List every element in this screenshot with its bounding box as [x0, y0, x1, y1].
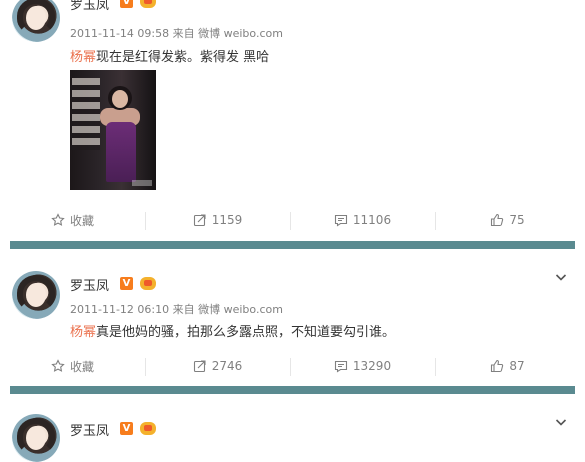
comment-count: 11106	[352, 213, 392, 227]
action-bar: 收藏 1159 11106 75	[0, 204, 585, 236]
chevron-down-icon[interactable]	[555, 416, 567, 428]
like-count: 87	[509, 359, 525, 373]
mention-link[interactable]: 杨幂	[70, 50, 96, 65]
vip-crown-icon	[140, 277, 156, 290]
avatar[interactable]	[12, 414, 60, 462]
favorite-button[interactable]: 收藏	[0, 350, 145, 382]
favorite-label: 收藏	[69, 359, 94, 374]
comment-icon	[334, 360, 347, 373]
avatar[interactable]	[12, 271, 60, 319]
vip-crown-icon	[140, 0, 156, 8]
comment-icon	[334, 214, 347, 227]
username[interactable]: 罗玉凤	[70, 420, 109, 439]
repost-button[interactable]: 1159	[145, 204, 290, 236]
username[interactable]: 罗玉凤	[70, 0, 109, 13]
like-count: 75	[509, 213, 525, 227]
post-photo[interactable]	[70, 70, 156, 190]
action-bar: 收藏 2746 13290 87	[0, 350, 585, 382]
verified-icon: V	[120, 422, 133, 435]
repost-button[interactable]: 2746	[145, 350, 290, 382]
comment-count: 13290	[352, 359, 392, 373]
star-icon	[51, 359, 65, 372]
repost-icon	[193, 214, 206, 227]
post-timestamp[interactable]: 2011-11-12 06:10 来自 微博 weibo.com	[70, 301, 283, 317]
repost-icon	[193, 360, 206, 373]
post-text: 杨幂真是他妈的骚，拍那么多露点照，不知道要勾引谁。	[70, 321, 395, 340]
mention-link[interactable]: 杨幂	[70, 325, 96, 340]
favorite-button[interactable]: 收藏	[0, 204, 145, 236]
verified-icon: V	[120, 0, 133, 8]
verified-icon: V	[120, 277, 133, 290]
thumbs-up-icon	[491, 213, 504, 227]
post-divider	[10, 386, 575, 394]
post-text: 杨幂现在是红得发紫。紫得发 黑哈	[70, 46, 269, 65]
avatar[interactable]	[12, 0, 60, 42]
like-button[interactable]: 87	[435, 350, 580, 382]
repost-count: 1159	[211, 213, 243, 227]
thumbs-up-icon	[491, 359, 504, 373]
post-divider	[10, 241, 575, 249]
chevron-down-icon[interactable]	[555, 271, 567, 283]
username[interactable]: 罗玉凤	[70, 275, 109, 294]
like-button[interactable]: 75	[435, 204, 580, 236]
comment-button[interactable]: 13290	[290, 350, 435, 382]
comment-button[interactable]: 11106	[290, 204, 435, 236]
post-body: 真是他妈的骚，拍那么多露点照，不知道要勾引谁。	[96, 325, 396, 340]
post-timestamp[interactable]: 2011-11-14 09:58 来自 微博 weibo.com	[70, 25, 283, 41]
star-icon	[51, 213, 65, 226]
vip-crown-icon	[140, 422, 156, 435]
favorite-label: 收藏	[69, 213, 94, 228]
repost-count: 2746	[211, 359, 243, 373]
post-body: 现在是红得发紫。紫得发 黑哈	[96, 50, 270, 65]
